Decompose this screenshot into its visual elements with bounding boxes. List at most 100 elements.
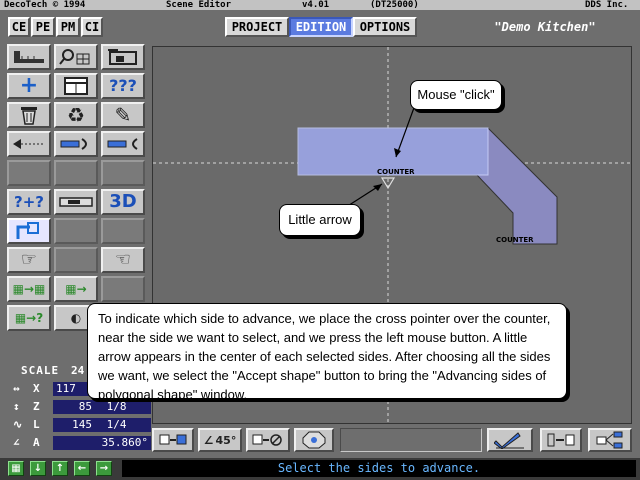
scale-label: SCALE [21, 364, 60, 377]
advance-sides-button[interactable] [540, 428, 582, 452]
search-grid-icon [59, 49, 90, 65]
grid-query-icon: ▦→? [14, 311, 44, 325]
vendor-label: DDS Inc. [585, 0, 629, 10]
advance-tool[interactable] [54, 131, 98, 157]
tab-edition[interactable]: EDITION [289, 17, 353, 37]
l-value-field[interactable]: 145 1/4 [53, 418, 151, 432]
polygon-button[interactable] [294, 428, 334, 452]
angle-button[interactable]: ∠ 45° [198, 428, 242, 452]
hand-pointer-left-tool[interactable]: ☞ [7, 247, 51, 273]
info-field [340, 428, 482, 452]
mode-tab-ci[interactable]: CI [81, 17, 103, 37]
trash-icon [21, 107, 37, 125]
counter-icon [59, 197, 93, 207]
arrow-up-icon: ↑ [55, 463, 65, 474]
advance-icon [60, 138, 87, 150]
build-label: (DT25000) [370, 0, 419, 10]
counter-tool[interactable] [54, 189, 98, 215]
version-label: v4.01 [302, 0, 330, 10]
recycle-icon: ♻ [67, 103, 85, 127]
mode-tab-ce[interactable]: CE [8, 17, 30, 37]
angle-label: 45° [215, 433, 237, 447]
plus-icon: + [19, 73, 39, 98]
grid-query-tool[interactable]: ▦→? [7, 305, 51, 331]
move-shape-icon [159, 434, 187, 445]
add-tool[interactable]: + [7, 73, 51, 99]
nav-left-button[interactable]: ← [74, 461, 90, 476]
ruler-tool[interactable] [7, 44, 51, 70]
x-value: 117 [56, 382, 76, 395]
arrow-right-icon: → [99, 463, 109, 474]
view-3d-button[interactable]: 3D [101, 189, 145, 215]
3d-icon: 3D [109, 191, 137, 212]
cross-pointer-tool[interactable] [7, 218, 51, 244]
grid-transfer-tool[interactable]: ▦→▦ [7, 276, 51, 302]
trash-tool[interactable] [7, 102, 51, 128]
nav-first-button[interactable]: ▦ [8, 461, 24, 476]
hand-pointer-right-tool[interactable]: ☜ [101, 247, 145, 273]
help-tool[interactable]: ??? [101, 73, 145, 99]
polygon-icon [302, 431, 326, 449]
query-add-icon: ?+? [14, 192, 44, 211]
z-label: Z [33, 400, 40, 413]
delete-shape-icon [252, 434, 282, 446]
arrow-left-icon: ← [77, 463, 87, 474]
dimension-tool[interactable] [7, 131, 51, 157]
little-arrow-arrowhead [373, 184, 382, 191]
pencil-tool[interactable]: ✎ [101, 102, 145, 128]
ruler-icon [14, 51, 44, 63]
pencil-icon: ✎ [114, 103, 132, 127]
delete-shape-button[interactable] [246, 428, 290, 452]
nav-right-button[interactable]: → [96, 461, 112, 476]
split-sides-button[interactable] [588, 428, 632, 452]
mode-tab-pe[interactable]: PE [31, 17, 55, 37]
dimension-arrow-icon [13, 139, 45, 149]
mouse-click-callout: Mouse "click" [410, 80, 502, 110]
recycle-tool[interactable]: ♻ [54, 102, 98, 128]
a-value-field[interactable]: 35.860° [53, 436, 151, 450]
mode-tab-pm[interactable]: PM [56, 17, 80, 37]
company-label: DecoTech © 1994 [4, 0, 86, 10]
z-value: 85 [78, 400, 92, 413]
hand-pointer-icon: ☜ [114, 249, 132, 270]
empty-tool-slot [101, 218, 145, 244]
grid-transfer-icon: ▦→ [65, 282, 87, 296]
title-bar: DecoTech © 1994 Scene Editor v4.01 (DT25… [0, 0, 640, 10]
move-shape-button[interactable] [152, 428, 194, 452]
tab-options[interactable]: OPTIONS [353, 17, 417, 37]
project-name: "Demo Kitchen" [494, 20, 596, 34]
nav-down-button[interactable]: ↓ [30, 461, 46, 476]
retract-tool[interactable] [101, 131, 145, 157]
status-message: Select the sides to advance. [122, 460, 636, 477]
nav-up-button[interactable]: ↑ [52, 461, 68, 476]
search-grid-tool[interactable] [54, 44, 98, 70]
l-fraction: 1/4 [106, 418, 127, 431]
angle-icon: ∠ [203, 433, 214, 447]
split-sides-icon [596, 431, 623, 449]
l-value: 145 [72, 418, 92, 431]
counter-label: COUNTER [377, 168, 415, 176]
empty-tool-slot [101, 160, 145, 186]
toggle-icon: ◐ [70, 311, 82, 325]
scale-value: 24 [71, 364, 85, 377]
angle-icon: ∠ [13, 436, 20, 449]
grid-icon: ▦ [11, 463, 21, 474]
checkmark-icon [494, 432, 524, 449]
x-axis-icon: ↔ [13, 382, 20, 395]
arrow-down-icon: ↓ [33, 463, 43, 474]
query-add-tool[interactable]: ?+? [7, 189, 51, 215]
cabinet-icon [64, 77, 88, 95]
grid-transfer-2-tool[interactable]: ▦→ [54, 276, 98, 302]
empty-tool-slot [7, 160, 51, 186]
empty-tool-slot [54, 218, 98, 244]
grid-transfer-icon: ▦→▦ [12, 282, 46, 296]
accept-shape-button[interactable] [487, 428, 533, 452]
empty-tool-slot [54, 247, 98, 273]
tab-project[interactable]: PROJECT [225, 17, 289, 37]
instructions-callout: To indicate which side to advance, we pl… [87, 303, 567, 402]
x-label: X [33, 382, 40, 395]
cabinet-tool[interactable] [54, 73, 98, 99]
room-tool[interactable] [101, 44, 145, 70]
l-label: L [33, 418, 40, 431]
cross-pointer-icon [16, 222, 39, 239]
